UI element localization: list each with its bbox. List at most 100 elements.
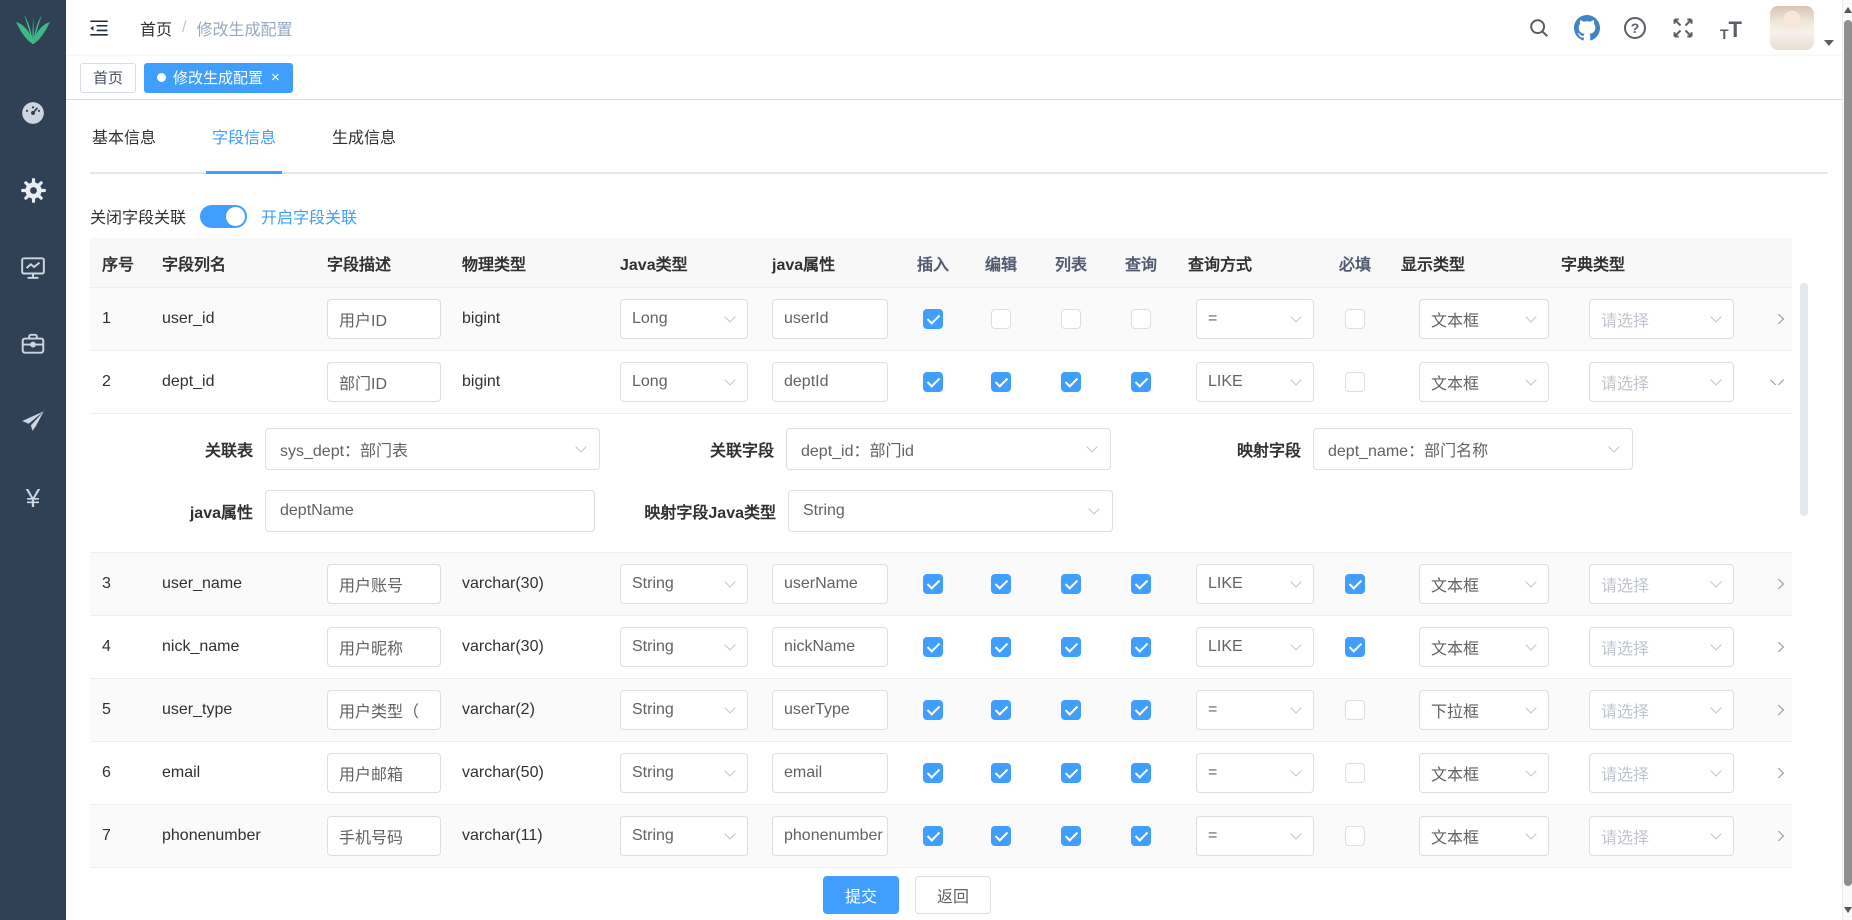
required-checkbox[interactable] xyxy=(1345,826,1365,846)
list-checkbox[interactable] xyxy=(1061,372,1081,392)
insert-checkbox[interactable] xyxy=(923,763,943,783)
edit-checkbox[interactable] xyxy=(991,574,1011,594)
table-scrollbar-thumb[interactable] xyxy=(1800,283,1808,516)
query-type-select[interactable]: = xyxy=(1196,753,1314,793)
github-icon[interactable] xyxy=(1574,15,1600,41)
java-type-select[interactable]: String xyxy=(620,627,748,667)
insert-checkbox[interactable] xyxy=(923,637,943,657)
page-scrollbar-thumb[interactable] xyxy=(1844,20,1852,886)
map-field-select[interactable]: dept_name：部门名称 xyxy=(1313,428,1633,470)
hamburger-fold-icon[interactable] xyxy=(88,16,112,40)
list-checkbox[interactable] xyxy=(1061,574,1081,594)
dict-type-select[interactable]: 请选择 xyxy=(1589,299,1734,339)
java-field-input[interactable]: userId xyxy=(772,299,888,339)
query-checkbox[interactable] xyxy=(1131,637,1151,657)
java-field-input[interactable]: nickName xyxy=(772,627,888,667)
toolbox-icon[interactable] xyxy=(19,330,47,358)
help-icon[interactable]: ? xyxy=(1622,15,1648,41)
java-type-select[interactable]: String xyxy=(620,753,748,793)
html-type-select[interactable]: 文本框 xyxy=(1419,299,1549,339)
breadcrumb-home[interactable]: 首页 xyxy=(140,16,172,40)
dict-type-select[interactable]: 请选择 xyxy=(1589,627,1734,667)
java-field-input[interactable]: email xyxy=(772,753,888,793)
edit-checkbox[interactable] xyxy=(991,826,1011,846)
tab-field-info[interactable]: 字段信息 xyxy=(210,118,278,172)
dashboard-icon[interactable] xyxy=(19,99,47,127)
query-type-select[interactable]: LIKE xyxy=(1196,564,1314,604)
expand-row-button[interactable] xyxy=(1770,314,1784,324)
query-type-select[interactable]: = xyxy=(1196,299,1314,339)
list-checkbox[interactable] xyxy=(1061,309,1081,329)
rel-field-select[interactable]: dept_id：部门id xyxy=(786,428,1111,470)
column-desc-input[interactable]: 手机号码 xyxy=(327,816,441,856)
insert-checkbox[interactable] xyxy=(923,372,943,392)
java-field-input[interactable]: phonenumber xyxy=(772,816,888,856)
query-type-select[interactable]: LIKE xyxy=(1196,627,1314,667)
expand-row-button[interactable] xyxy=(1770,831,1784,841)
collapse-row-button[interactable] xyxy=(1770,379,1784,385)
scrollbar-down-arrow[interactable] xyxy=(1844,907,1852,913)
user-avatar[interactable] xyxy=(1770,6,1814,50)
expand-row-button[interactable] xyxy=(1770,579,1784,589)
yen-icon[interactable]: ¥ xyxy=(19,484,47,512)
java-field-input[interactable]: userType xyxy=(772,690,888,730)
column-desc-input[interactable]: 用户昵称 xyxy=(327,627,441,667)
list-checkbox[interactable] xyxy=(1061,700,1081,720)
java-type-select[interactable]: String xyxy=(620,690,748,730)
fullscreen-icon[interactable] xyxy=(1670,15,1696,41)
tab-gen-info[interactable]: 生成信息 xyxy=(330,118,398,172)
insert-checkbox[interactable] xyxy=(923,574,943,594)
html-type-select[interactable]: 文本框 xyxy=(1419,627,1549,667)
html-type-select[interactable]: 文本框 xyxy=(1419,564,1549,604)
dict-type-select[interactable]: 请选择 xyxy=(1589,362,1734,402)
edit-checkbox[interactable] xyxy=(991,372,1011,392)
required-checkbox[interactable] xyxy=(1345,574,1365,594)
tag-close-icon[interactable]: × xyxy=(271,70,280,85)
html-type-select[interactable]: 文本框 xyxy=(1419,753,1549,793)
search-icon[interactable] xyxy=(1526,15,1552,41)
map-java-type-select[interactable]: String xyxy=(788,490,1113,532)
list-checkbox[interactable] xyxy=(1061,637,1081,657)
required-checkbox[interactable] xyxy=(1345,309,1365,329)
html-type-select[interactable]: 文本框 xyxy=(1419,362,1549,402)
monitor-chart-icon[interactable] xyxy=(19,253,47,281)
query-checkbox[interactable] xyxy=(1131,372,1151,392)
insert-checkbox[interactable] xyxy=(923,700,943,720)
query-checkbox[interactable] xyxy=(1131,826,1151,846)
expand-row-button[interactable] xyxy=(1770,642,1784,652)
query-checkbox[interactable] xyxy=(1131,763,1151,783)
required-checkbox[interactable] xyxy=(1345,372,1365,392)
required-checkbox[interactable] xyxy=(1345,700,1365,720)
column-desc-input[interactable]: 用户类型（ xyxy=(327,690,441,730)
back-button[interactable]: 返回 xyxy=(915,876,991,914)
insert-checkbox[interactable] xyxy=(923,826,943,846)
query-type-select[interactable]: LIKE xyxy=(1196,362,1314,402)
query-type-select[interactable]: = xyxy=(1196,690,1314,730)
edit-checkbox[interactable] xyxy=(991,700,1011,720)
tab-basic-info[interactable]: 基本信息 xyxy=(90,118,158,172)
dict-type-select[interactable]: 请选择 xyxy=(1589,564,1734,604)
relation-toggle-switch[interactable] xyxy=(200,205,247,228)
submit-button[interactable]: 提交 xyxy=(823,876,899,914)
dict-type-select[interactable]: 请选择 xyxy=(1589,753,1734,793)
java-field-input[interactable]: userName xyxy=(772,564,888,604)
java-type-select[interactable]: String xyxy=(620,564,748,604)
column-desc-input[interactable]: 用户邮箱 xyxy=(327,753,441,793)
page-scrollbar[interactable] xyxy=(1842,0,1852,920)
scrollbar-up-arrow[interactable] xyxy=(1844,7,1852,13)
tag-current-active[interactable]: 修改生成配置 × xyxy=(144,63,293,93)
plant-logo-icon[interactable] xyxy=(14,10,52,50)
java-attr-input[interactable]: deptName xyxy=(265,490,595,532)
list-checkbox[interactable] xyxy=(1061,763,1081,783)
font-size-icon[interactable]: TT xyxy=(1718,15,1744,41)
column-desc-input[interactable]: 部门ID xyxy=(327,362,441,402)
expand-row-button[interactable] xyxy=(1770,705,1784,715)
query-checkbox[interactable] xyxy=(1131,574,1151,594)
insert-checkbox[interactable] xyxy=(923,309,943,329)
dict-type-select[interactable]: 请选择 xyxy=(1589,816,1734,856)
list-checkbox[interactable] xyxy=(1061,826,1081,846)
query-checkbox[interactable] xyxy=(1131,309,1151,329)
column-desc-input[interactable]: 用户ID xyxy=(327,299,441,339)
gear-icon[interactable] xyxy=(19,176,47,204)
html-type-select[interactable]: 文本框 xyxy=(1419,816,1549,856)
